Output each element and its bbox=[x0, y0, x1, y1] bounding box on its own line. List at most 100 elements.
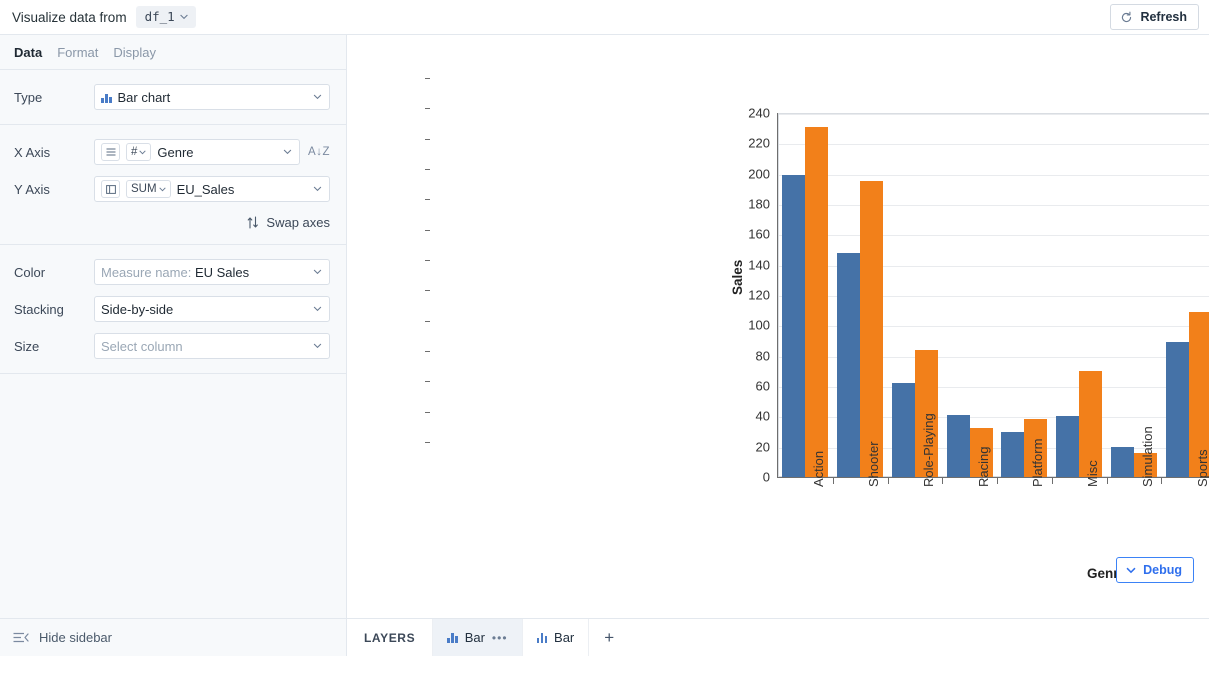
y-axis-ticks: 0 20 40 60 80 100 120 140 160 180 200 220 240 bbox=[347, 35, 771, 691]
bar[interactable] bbox=[805, 126, 829, 477]
y-axis-tick-label: 60 bbox=[755, 378, 770, 394]
type-select[interactable]: Bar chart bbox=[94, 84, 330, 110]
chevron-down-icon bbox=[179, 14, 188, 19]
hide-sidebar-label: Hide sidebar bbox=[39, 630, 112, 645]
y-axis-tick bbox=[425, 229, 430, 231]
bar[interactable] bbox=[1110, 446, 1134, 477]
hide-sidebar-button[interactable]: Hide sidebar bbox=[0, 618, 346, 656]
color-select[interactable]: Measure name: EU Sales bbox=[94, 259, 330, 285]
bar[interactable] bbox=[860, 181, 884, 477]
y-axis-tick bbox=[425, 290, 430, 292]
size-row: Size Select column bbox=[14, 333, 330, 359]
sort-az-button[interactable]: A↓Z bbox=[308, 146, 330, 158]
bar[interactable] bbox=[1056, 416, 1080, 477]
swap-axes-label: Swap axes bbox=[266, 215, 330, 230]
y-axis-tick-label: 40 bbox=[755, 408, 770, 424]
stacking-label: Stacking bbox=[14, 301, 64, 317]
y-axis-tick bbox=[425, 351, 430, 352]
size-label: Size bbox=[14, 338, 40, 354]
x-axis-tick-label: Simulation bbox=[1139, 426, 1155, 487]
y-axis-tick bbox=[425, 199, 430, 201]
x-axis-tick-label: Racing bbox=[975, 446, 991, 487]
y-axis-aggregation[interactable]: SUM bbox=[126, 180, 171, 198]
y-axis-tick-label: 20 bbox=[755, 439, 770, 455]
y-axis-tick-label: 0 bbox=[762, 469, 770, 485]
chevron-down-icon bbox=[313, 94, 322, 100]
y-axis-tick bbox=[425, 78, 430, 79]
y-axis-tick bbox=[425, 381, 430, 383]
x-axis-tick bbox=[997, 478, 998, 484]
y-axis-tick-label: 120 bbox=[748, 287, 770, 303]
bar[interactable] bbox=[837, 252, 861, 477]
chevron-down-icon bbox=[139, 149, 147, 154]
refresh-label: Refresh bbox=[1140, 10, 1187, 24]
x-axis-type-text: # bbox=[131, 146, 138, 158]
bar[interactable] bbox=[1001, 431, 1025, 477]
x-axis-select[interactable]: # Genre bbox=[94, 139, 301, 165]
y-axis-tick-label: 240 bbox=[748, 105, 770, 121]
chevron-down-icon bbox=[313, 306, 322, 312]
column-icon[interactable] bbox=[101, 180, 120, 198]
tab-data[interactable]: Data bbox=[14, 45, 42, 60]
debug-label: Debug bbox=[1143, 563, 1182, 577]
bar-group bbox=[833, 181, 888, 477]
sidebar: Data Format Display Type Bar chart X Axi… bbox=[0, 35, 347, 656]
dataframe-selector[interactable]: df_1 bbox=[135, 6, 196, 28]
y-axis-tick-label: 80 bbox=[755, 348, 770, 364]
y-axis-tick bbox=[425, 411, 430, 413]
debug-button[interactable]: Debug bbox=[1116, 557, 1194, 583]
y-axis-title: Sales bbox=[730, 259, 745, 295]
tab-display[interactable]: Display bbox=[113, 45, 156, 60]
color-prefix: Measure name: bbox=[101, 264, 192, 280]
y-axis-tick bbox=[425, 442, 430, 443]
y-axis-value: EU_Sales bbox=[176, 181, 235, 197]
top-bar: Visualize data from df_1 Refresh bbox=[0, 0, 1209, 35]
x-axis-tick bbox=[887, 478, 889, 484]
bar[interactable] bbox=[782, 175, 806, 477]
y-axis-tick-label: 220 bbox=[748, 135, 770, 151]
color-label: Color bbox=[14, 264, 46, 280]
refresh-button[interactable]: Refresh bbox=[1110, 4, 1199, 30]
chevron-down-icon bbox=[313, 186, 322, 192]
swap-axes-button[interactable]: Swap axes bbox=[14, 215, 330, 230]
x-axis-tick bbox=[942, 478, 944, 484]
color-value: EU Sales bbox=[194, 264, 250, 280]
chevron-down-icon bbox=[158, 186, 166, 191]
x-axis-tick-label: Sports bbox=[1194, 449, 1209, 487]
tab-format[interactable]: Format bbox=[57, 45, 98, 60]
chevron-down-icon bbox=[313, 269, 322, 275]
x-axis-tick-label: Action bbox=[811, 450, 827, 487]
stacking-value: Side-by-side bbox=[101, 301, 174, 317]
x-axis-tick bbox=[1051, 478, 1053, 484]
stacking-select[interactable]: Side-by-side bbox=[94, 296, 330, 322]
x-axis-tick-label: Platform bbox=[1030, 438, 1046, 487]
y-axis-tick bbox=[425, 169, 430, 170]
type-value: Bar chart bbox=[117, 89, 171, 105]
bars-layer bbox=[778, 113, 1209, 477]
list-icon[interactable] bbox=[101, 143, 120, 161]
chart-canvas: 0 20 40 60 80 100 120 140 160 180 200 220 240 Sales … bbox=[347, 35, 1209, 618]
x-axis-tick-label: Misc bbox=[1085, 460, 1101, 487]
y-axis-tick bbox=[425, 260, 430, 261]
chevron-down-icon bbox=[1126, 567, 1136, 573]
y-axis-tick-label: 200 bbox=[748, 166, 770, 182]
y-axis-tick-label: 140 bbox=[748, 257, 770, 273]
collapse-sidebar-icon bbox=[13, 632, 29, 643]
bar[interactable] bbox=[946, 414, 970, 477]
size-select[interactable]: Select column bbox=[94, 333, 330, 359]
sidebar-tabs: Data Format Display bbox=[0, 35, 346, 70]
stacking-row: Stacking Side-by-side bbox=[14, 296, 330, 322]
refresh-icon bbox=[1122, 11, 1132, 22]
x-axis-tick-label: Role-Playing bbox=[920, 413, 936, 487]
x-axis-tick bbox=[1161, 478, 1163, 484]
color-row: Color Measure name: EU Sales bbox=[14, 259, 330, 285]
bar[interactable] bbox=[1165, 342, 1189, 477]
x-axis-tick bbox=[1106, 478, 1108, 484]
type-section: Type Bar chart bbox=[0, 70, 346, 125]
y-axis-select[interactable]: SUM EU_Sales bbox=[94, 176, 330, 202]
page-title: Visualize data from bbox=[12, 9, 127, 25]
chevron-down-icon bbox=[313, 343, 322, 349]
x-axis-type-badge[interactable]: # bbox=[126, 143, 152, 161]
x-axis-value: Genre bbox=[157, 144, 194, 160]
bar[interactable] bbox=[891, 382, 915, 477]
